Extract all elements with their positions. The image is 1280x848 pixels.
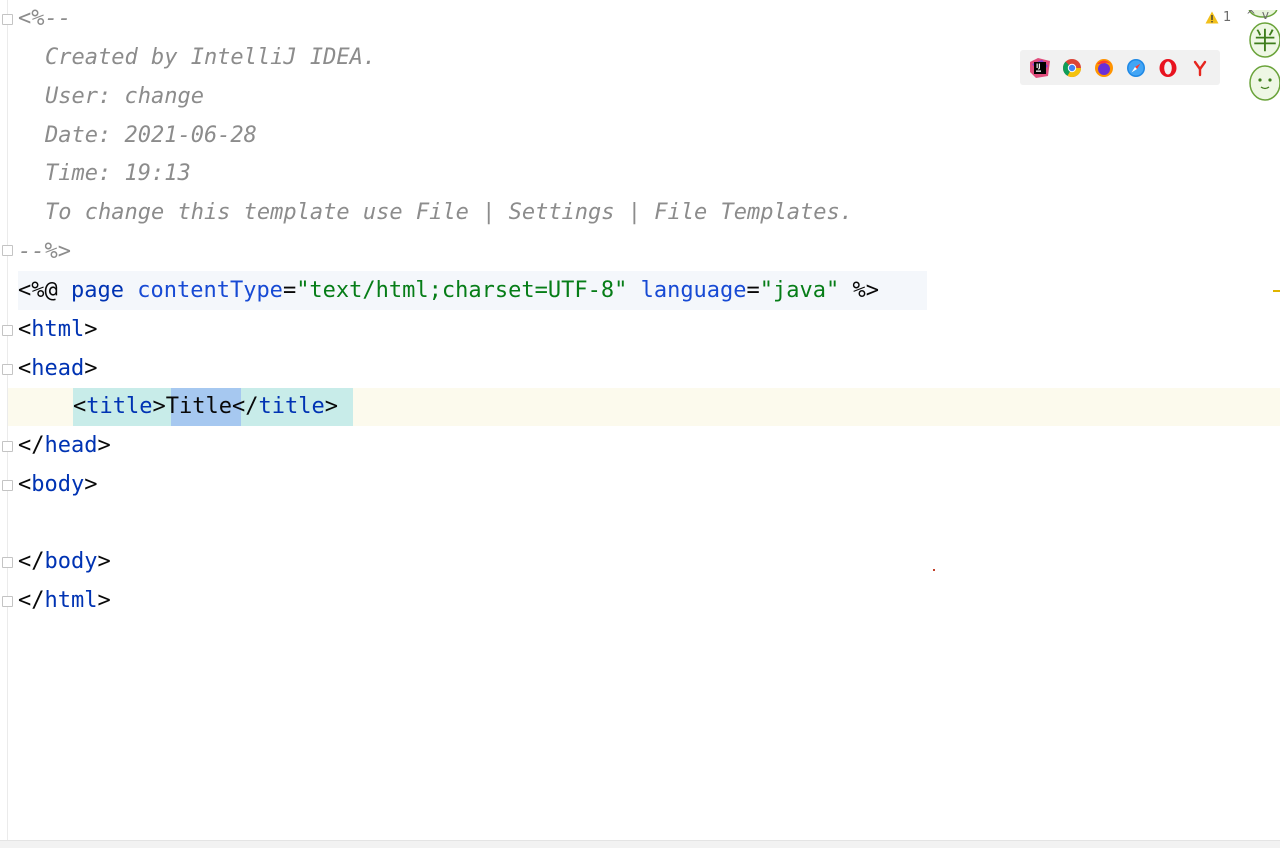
fold-marker[interactable] <box>2 325 13 336</box>
html-open-tag: html <box>31 317 85 342</box>
safari-icon[interactable] <box>1125 57 1147 79</box>
angle-open: < <box>73 394 87 419</box>
angle-close: > <box>324 394 338 419</box>
inspection-nav-arrows[interactable]: ^ v <box>1246 8 1270 22</box>
directive-open: <%@ <box>18 278 58 303</box>
angle-open-slash: </ <box>231 394 259 419</box>
fold-marker[interactable] <box>2 364 13 375</box>
angle-open-slash: </ <box>18 549 45 574</box>
code-line-5: Time: 19:13 <box>45 161 191 186</box>
directive-value-content-type: "text/html;charset=UTF-8" <box>296 278 628 303</box>
opera-icon[interactable] <box>1157 57 1179 79</box>
jetbrains-icon[interactable]: IJ <box>1029 57 1051 79</box>
warning-stripe-marker[interactable] <box>1273 290 1280 292</box>
code-line-12: </head> <box>18 427 111 465</box>
code-line-8: <%@ page contentType="text/html;charset=… <box>18 272 879 310</box>
fold-marker[interactable] <box>2 596 13 607</box>
angle-close: > <box>97 588 111 613</box>
directive-close: %> <box>852 278 880 303</box>
directive-attr-language: language <box>640 278 747 303</box>
fold-marker[interactable] <box>2 14 13 25</box>
title-text: Title <box>165 394 232 419</box>
code-editor[interactable]: <%-- Created by IntelliJ IDEA. User: cha… <box>0 0 1280 848</box>
code-line-9: <html> <box>18 311 97 349</box>
angle-close: > <box>84 317 98 342</box>
angle-open-slash: </ <box>18 433 45 458</box>
directive-keyword: page <box>71 278 124 303</box>
code-line-4: Date: 2021-06-28 <box>45 123 257 148</box>
html-close-tag: html <box>44 588 98 613</box>
code-line-16: </html> <box>18 582 111 620</box>
mascot-glyph: 半 <box>1253 27 1277 55</box>
body-open-tag: body <box>31 472 85 497</box>
firefox-icon[interactable] <box>1093 57 1115 79</box>
fold-marker[interactable] <box>2 441 13 452</box>
fold-marker[interactable] <box>2 245 13 256</box>
inspection-widget[interactable]: 1 <box>1205 8 1231 26</box>
angle-open: < <box>18 317 32 342</box>
warning-count: 1 <box>1223 9 1232 25</box>
directive-value-language: "java" <box>759 278 840 303</box>
chrome-icon[interactable] <box>1061 57 1083 79</box>
code-line-6: To change this template use File | Setti… <box>45 200 853 225</box>
equals-sign: = <box>282 278 297 303</box>
code-line-15: </body> <box>18 543 111 581</box>
angle-close: > <box>84 356 98 381</box>
angle-close: > <box>97 433 111 458</box>
title-open-tag: title <box>86 394 153 419</box>
angle-close: > <box>97 549 111 574</box>
warning-icon <box>1205 11 1219 23</box>
body-close-tag: body <box>44 549 98 574</box>
title-close-tag: title <box>258 394 325 419</box>
code-line-2: Created by IntelliJ IDEA. <box>45 45 377 70</box>
mascot-sticker-icon: 半 <box>1248 10 1280 101</box>
fold-marker[interactable] <box>2 557 13 568</box>
angle-open: < <box>18 472 32 497</box>
angle-open-slash: </ <box>18 588 45 613</box>
directive-attr-content-type: contentType <box>137 278 283 303</box>
code-line-13: <body> <box>18 466 97 504</box>
svg-text:IJ: IJ <box>1036 63 1040 70</box>
browser-preview-bar: IJ <box>1020 50 1220 85</box>
angle-open: < <box>18 356 32 381</box>
angle-close: > <box>84 472 98 497</box>
yandex-icon[interactable] <box>1189 57 1211 79</box>
code-line-1: <%-- <box>18 6 71 31</box>
head-open-tag: head <box>31 356 85 381</box>
code-line-3: User: change <box>45 84 204 109</box>
code-line-7: --%> <box>18 239 71 264</box>
code-line-11: <title>Title</title> <box>73 388 338 426</box>
error-dot <box>933 569 935 571</box>
equals-sign: = <box>746 278 760 303</box>
code-line-10: <head> <box>18 350 97 388</box>
fold-marker[interactable] <box>2 480 13 491</box>
head-close-tag: head <box>44 433 98 458</box>
angle-close: > <box>152 394 166 419</box>
